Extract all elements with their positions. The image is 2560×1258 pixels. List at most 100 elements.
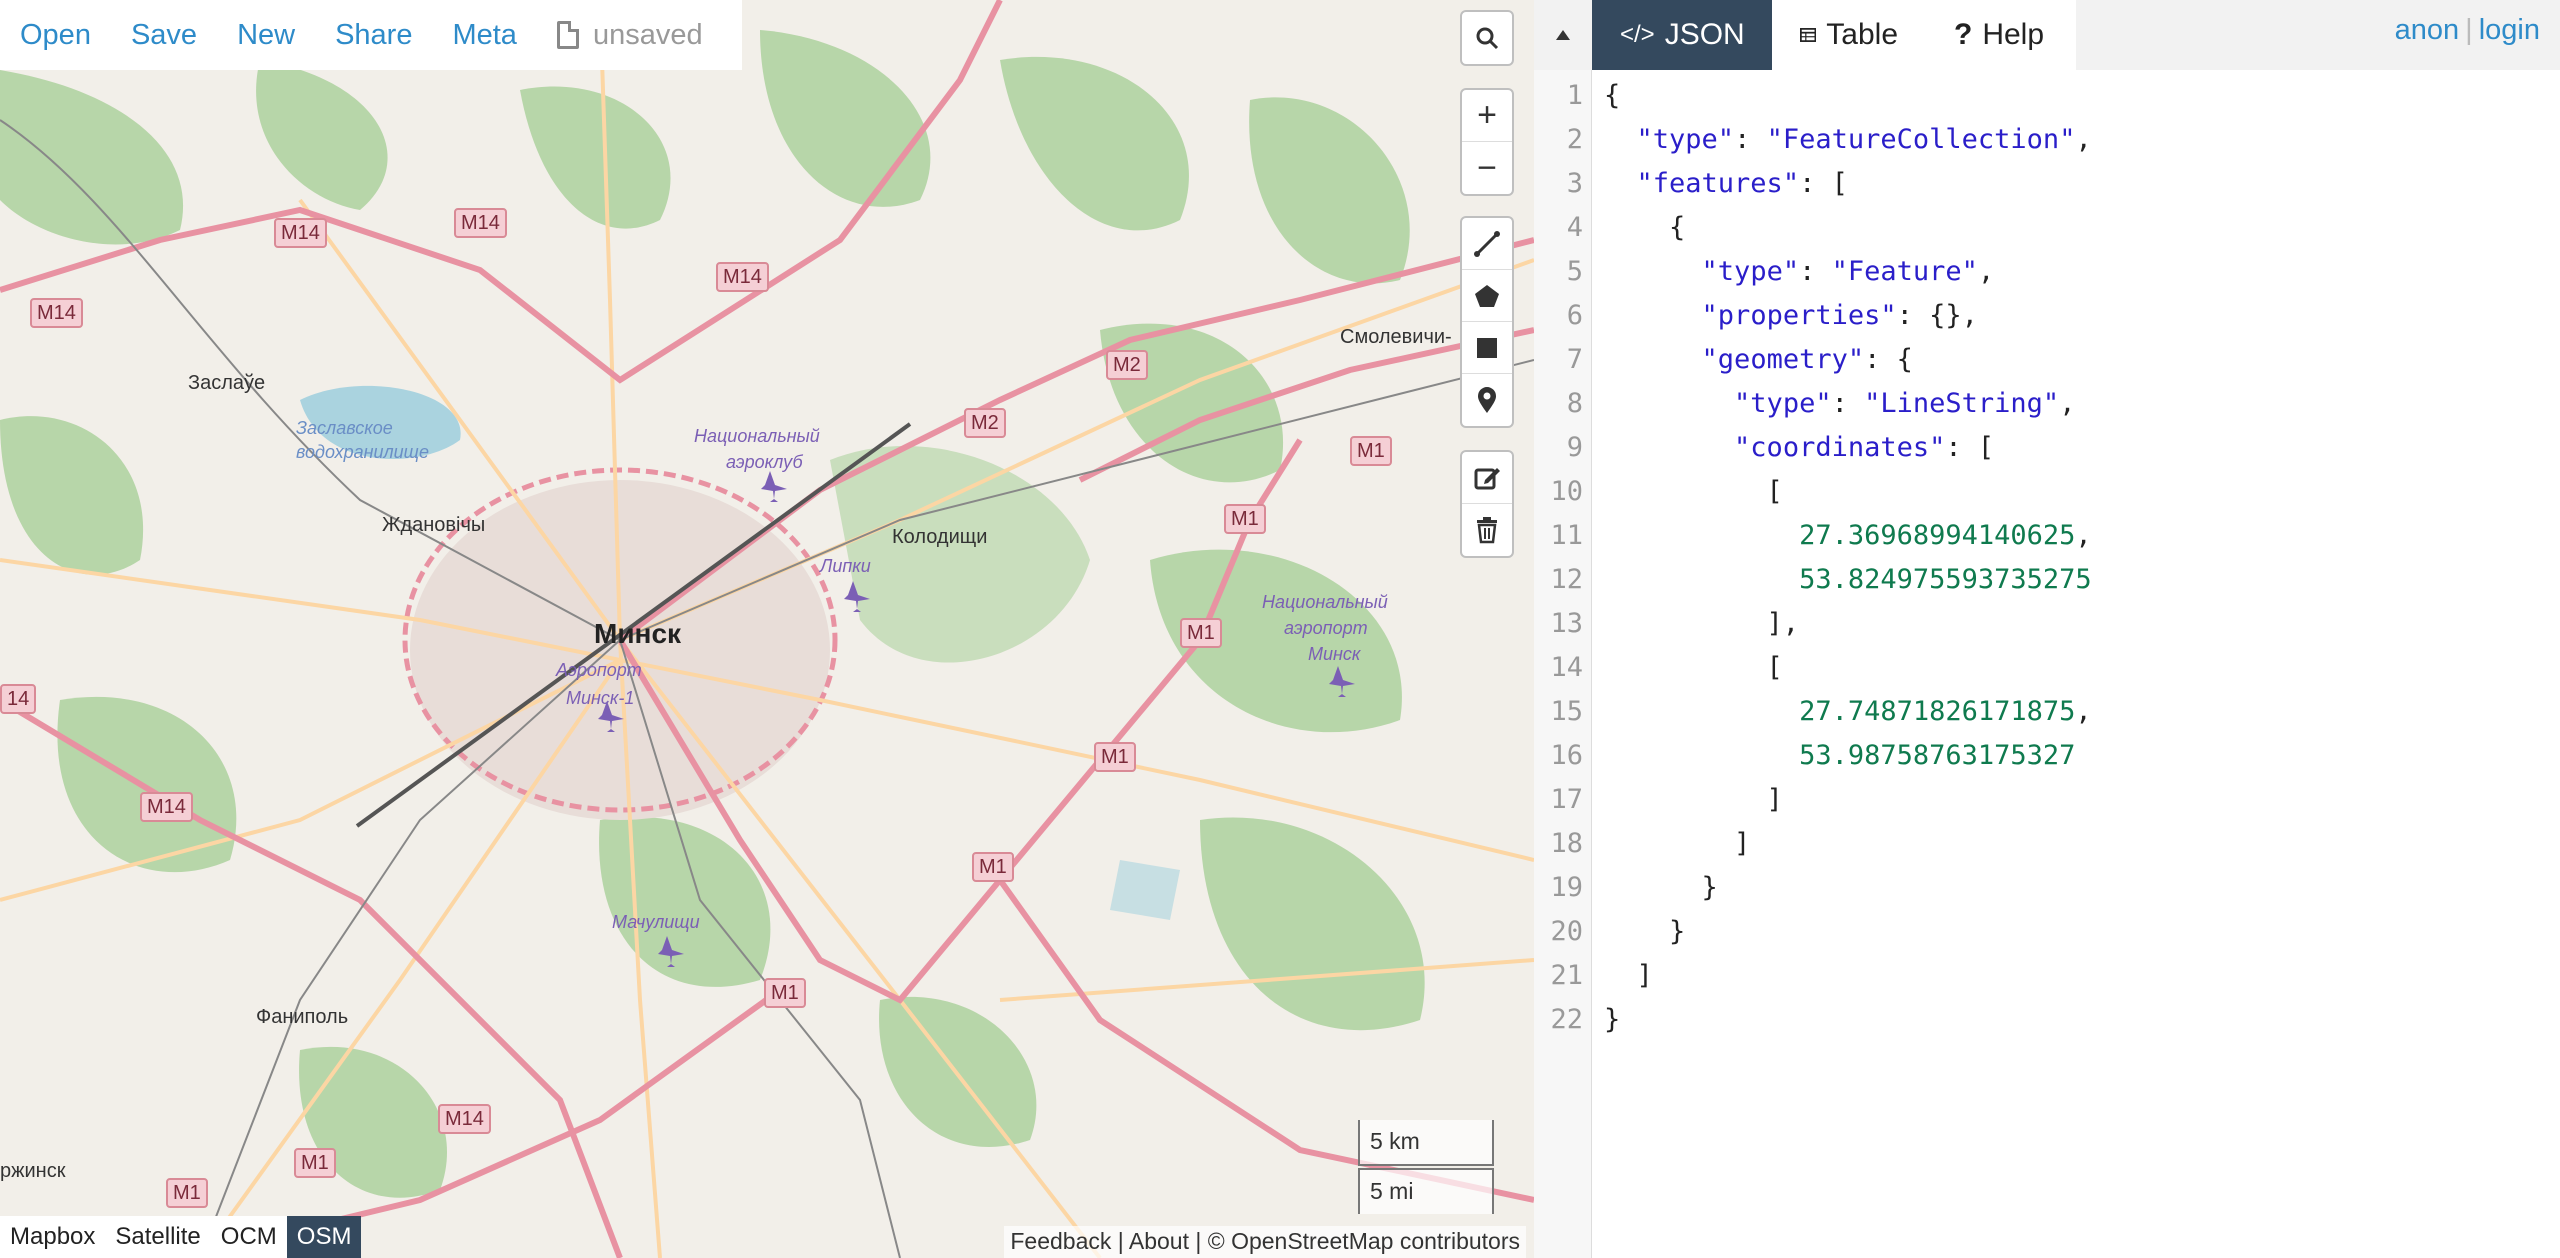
share-button[interactable]: Share (335, 19, 412, 52)
line-number: 13 (1550, 608, 1583, 639)
road-shield: M14 (716, 262, 769, 292)
code-line[interactable]: 53.824975593735275 (1604, 564, 2092, 595)
draw-marker-button[interactable] (1462, 374, 1512, 426)
place-label: ржинск (0, 1160, 66, 1182)
rectangle-icon (1477, 337, 1497, 358)
road-shield: M1 (764, 978, 806, 1008)
place-label: аэропорт (1284, 618, 1368, 638)
search-button[interactable] (1462, 12, 1512, 64)
draw-control (1460, 216, 1514, 428)
place-label: Заслаўе (188, 372, 266, 394)
code-line[interactable]: ] (1604, 828, 1750, 859)
code-line[interactable]: ] (1604, 784, 1783, 815)
code-line[interactable]: 53.98758763175327 (1604, 740, 2075, 771)
place-label: Липки (820, 556, 871, 576)
search-control (1460, 10, 1514, 66)
zoom-in-button[interactable]: + (1462, 90, 1512, 142)
code-line[interactable]: "features": [ (1604, 168, 1848, 199)
line-number: 22 (1550, 1004, 1583, 1035)
scale-mi: 5 mi (1358, 1168, 1494, 1214)
code-line[interactable]: { (1604, 80, 1620, 111)
collapse-button[interactable] (1534, 0, 1592, 70)
code-line[interactable]: } (1604, 1004, 1620, 1035)
open-button[interactable]: Open (20, 19, 91, 52)
save-status-text: unsaved (592, 18, 703, 51)
road-shield: M14 (438, 1104, 491, 1134)
road-shield: 14 (0, 684, 37, 714)
draw-line-button[interactable] (1462, 218, 1512, 270)
road-shield: M2 (964, 408, 1006, 438)
line-number: 11 (1550, 520, 1583, 551)
polygon-icon (1475, 284, 1499, 307)
edit-control (1460, 450, 1514, 558)
delete-layers-button[interactable] (1462, 504, 1512, 556)
save-button[interactable]: Save (131, 19, 197, 52)
edit-layers-button[interactable] (1462, 452, 1512, 504)
trash-icon (1477, 517, 1497, 544)
road-shield: M1 (294, 1148, 336, 1178)
layer-osm[interactable]: OSM (286, 1216, 362, 1258)
road-shield: M1 (1350, 436, 1392, 466)
map-attribution[interactable]: Feedback | About | © OpenStreetMap contr… (1004, 1226, 1526, 1258)
road-shield: M14 (30, 298, 83, 328)
code-line[interactable]: "type": "LineString", (1604, 388, 2075, 419)
road-shield: M14 (140, 792, 193, 822)
login-link[interactable]: login (2479, 14, 2540, 46)
code-line[interactable]: [ (1604, 476, 1783, 507)
place-label: Аэропорт (556, 660, 642, 680)
code-line[interactable]: 27.74871826171875, (1604, 696, 2092, 727)
road-shield: M14 (454, 208, 507, 238)
code-line[interactable]: "geometry": { (1604, 344, 1913, 375)
new-button[interactable]: New (237, 19, 295, 52)
road-shield: M1 (1180, 618, 1222, 648)
line-number: 21 (1550, 960, 1583, 991)
user-separator: | (2465, 14, 2473, 46)
layer-mapbox[interactable]: Mapbox (0, 1216, 105, 1258)
question-icon: ? (1954, 18, 1973, 51)
code-line[interactable]: ] (1604, 960, 1653, 991)
line-icon (1474, 230, 1500, 257)
line-number: 12 (1550, 564, 1583, 595)
minus-icon: − (1477, 148, 1497, 187)
road-shield: M1 (166, 1178, 208, 1208)
map-pane[interactable]: Заславское водохранилище Заслаўе Жданові… (0, 0, 1534, 1258)
line-number: 6 (1566, 300, 1583, 331)
code-line[interactable]: } (1604, 916, 1685, 947)
tab-json-label: JSON (1664, 18, 1745, 51)
place-label: Минск (1308, 644, 1361, 664)
tab-json[interactable]: </> JSON (1592, 0, 1772, 70)
anon-link[interactable]: anon (2395, 14, 2460, 46)
draw-rectangle-button[interactable] (1462, 322, 1512, 374)
file-toolbar: Open Save New Share Meta unsaved (0, 0, 742, 70)
layer-ocm[interactable]: OCM (211, 1216, 287, 1258)
code-line[interactable]: "coordinates": [ (1604, 432, 1994, 463)
place-label: Колодищи (892, 526, 988, 548)
save-status: unsaved (556, 18, 703, 52)
road-shield: M1 (972, 852, 1014, 882)
line-number: 8 (1566, 388, 1583, 419)
road-shield: M2 (1106, 350, 1148, 380)
code-line[interactable]: ], (1604, 608, 1800, 639)
code-line[interactable]: [ (1604, 652, 1783, 683)
search-icon (1476, 27, 1499, 50)
meta-button[interactable]: Meta (452, 19, 516, 52)
layer-satellite[interactable]: Satellite (105, 1216, 210, 1258)
code-line[interactable]: "properties": {}, (1604, 300, 1978, 331)
draw-polygon-button[interactable] (1462, 270, 1512, 322)
json-editor[interactable]: 1 2 3 4 5 6 7 8 9 10 11 12 13 14 15 16 17 18 19 20 21 22 { "t… (1534, 70, 2560, 1258)
tab-help-label: Help (1982, 18, 2045, 51)
code-line[interactable]: "type": "Feature", (1604, 256, 1995, 287)
line-number: 15 (1550, 696, 1583, 727)
tab-table[interactable]: Table (1772, 0, 1926, 70)
code-line[interactable]: } (1604, 872, 1718, 903)
zoom-out-button[interactable]: − (1462, 142, 1512, 194)
road-shield: M14 (274, 218, 327, 248)
code-line[interactable]: { (1604, 212, 1685, 243)
place-label: Фаниполь (256, 1006, 349, 1028)
code-line[interactable]: 27.36968994140625, (1604, 520, 2092, 551)
layer-switcher: Mapbox Satellite OCM OSM (0, 1216, 362, 1258)
tab-help[interactable]: ? Help (1926, 0, 2076, 70)
code-line[interactable]: "type": "FeatureCollection", (1604, 124, 2092, 155)
tab-table-label: Table (1826, 18, 1898, 51)
editor-panel: </> JSON Table ? Help anon | login 1234567… (1534, 0, 2560, 1258)
